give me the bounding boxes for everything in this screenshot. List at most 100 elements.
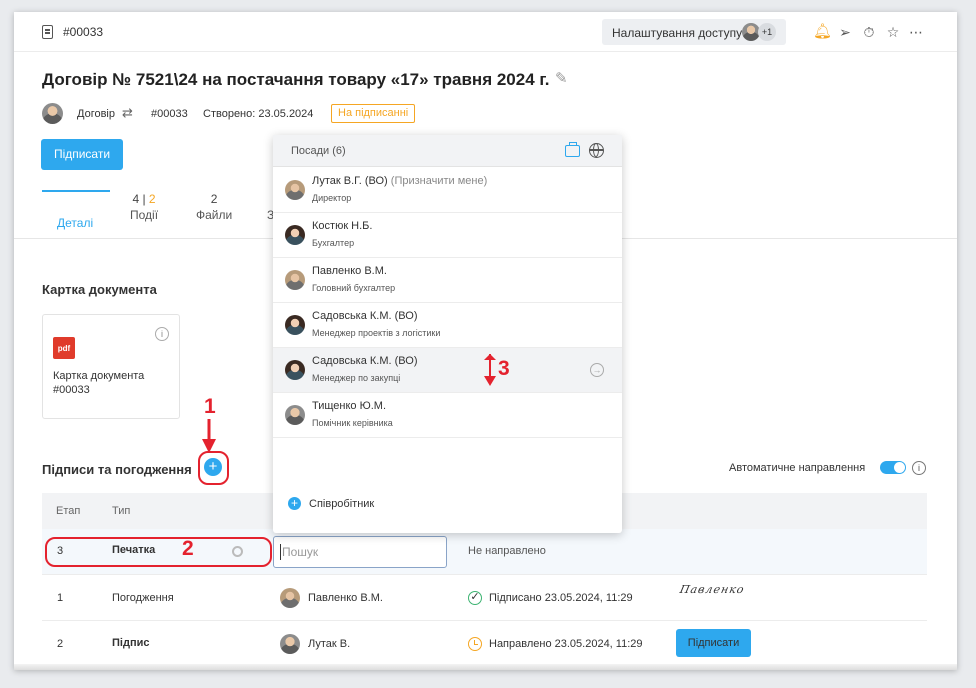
author-avatar [42, 103, 63, 124]
access-settings-label: Налаштування доступу [612, 26, 743, 40]
row-person: Павленко В.М. [308, 592, 383, 604]
avatar [285, 405, 305, 425]
dropdown-item[interactable]: Лутак В.Г. (ВО) (Призначити мене) Директ… [273, 168, 622, 213]
info-icon[interactable]: i [155, 327, 169, 341]
dropdown-item-name: Садовська К.М. (ВО) [312, 310, 418, 322]
info-icon[interactable]: i [912, 461, 926, 475]
top-bar: #00033 Налаштування доступу +1 🔔︎ ➢ ⏱︎ ☆… [14, 12, 957, 52]
assign-me-hint[interactable]: (Призначити мене) [391, 175, 487, 187]
table-row[interactable]: 2 Підпис Лутак В. Направлено 23.05.2024,… [42, 621, 927, 667]
tab-events-label: Події [130, 208, 159, 222]
access-settings-button[interactable]: Налаштування доступу +1 [602, 19, 786, 45]
tab-files-count: 2 [210, 192, 218, 206]
signatures-title: Підписи та погодження [42, 462, 192, 477]
more-icon[interactable]: ⋯ [908, 24, 924, 40]
dropdown-item-role: Бухгалтер [312, 238, 355, 248]
dropdown-item-name: Павленко В.М. [312, 265, 387, 277]
dropdown-item-name: Тищенко Ю.М. [312, 400, 386, 412]
row-sign-button[interactable]: Підписати [676, 629, 751, 657]
dropdown-item-role: Помічник керівника [312, 418, 393, 428]
positions-dropdown: Посади (6) Лутак В.Г. (ВО) (Призначити м… [273, 135, 622, 533]
document-id: #00033 [63, 25, 104, 39]
document-icon [42, 25, 53, 39]
dropdown-item[interactable]: Костюк Н.Б. Бухгалтер [273, 213, 622, 258]
dropdown-item-role: Головний бухгалтер [312, 283, 396, 293]
globe-icon[interactable] [589, 143, 604, 158]
created-date: Створено: 23.05.2024 [203, 108, 314, 120]
dropdown-header-label: Посади (6) [291, 145, 346, 157]
sign-button[interactable]: Підписати [41, 139, 123, 170]
check-circle-icon: ✓ [468, 591, 482, 605]
window-bottom-edge [14, 664, 957, 670]
signer-search-box[interactable] [273, 536, 447, 568]
annotation-ring [45, 537, 272, 567]
dropdown-item-name: Садовська К.М. (ВО) [312, 355, 418, 367]
tab-details-label: Деталі [57, 216, 94, 230]
row-person: Лутак В. [308, 638, 351, 650]
alarm-clock-icon[interactable]: ⏱︎ [861, 24, 877, 40]
avatar [285, 315, 305, 335]
table-row[interactable]: 1 Погодження Павленко В.М. ✓ Підписано 2… [42, 575, 927, 621]
annotation-arrow [484, 354, 496, 386]
document-number: #00033 [151, 108, 188, 120]
annotation-number: 1 [204, 395, 216, 418]
dropdown-item-name: Лутак В.Г. (ВО) (Призначити мене) [312, 175, 488, 187]
avatar [280, 588, 300, 608]
avatar [285, 360, 305, 380]
document-card-title: Картка документа [42, 282, 157, 297]
pdf-icon: pdf [53, 337, 75, 359]
document-type: Договір [77, 108, 115, 120]
row-status: Направлено 23.05.2024, 11:29 [489, 638, 643, 650]
signer-search-input[interactable] [280, 544, 440, 560]
avatar [280, 634, 300, 654]
dropdown-item[interactable]: Тищенко Ю.М. Помічник керівника [273, 393, 622, 438]
tab-files-label: Файли [196, 208, 233, 222]
dropdown-item-role: Директор [312, 193, 352, 203]
row-stage: 1 [57, 592, 64, 604]
bell-icon[interactable]: 🔔︎ [813, 24, 832, 40]
dropdown-item[interactable]: Садовська К.М. (ВО) Менеджер проектів з … [273, 303, 622, 348]
dropdown-item-name: Костюк Н.Б. [312, 220, 373, 232]
avatar [285, 270, 305, 290]
document-window: #00033 Налаштування доступу +1 🔔︎ ➢ ⏱︎ ☆… [14, 12, 957, 670]
file-name: Картка документа #00033 [53, 370, 145, 396]
dropdown-header: Посади (6) [273, 135, 622, 167]
row-status: Підписано 23.05.2024, 11:29 [489, 592, 633, 604]
dropdown-item-role: Менеджер проектів з логістики [312, 328, 441, 338]
edit-icon[interactable]: ✎ [555, 69, 568, 87]
auto-routing-toggle[interactable] [880, 461, 906, 474]
plus-icon: + [288, 497, 301, 510]
more-users-badge: +1 [758, 23, 776, 41]
avatar [285, 225, 305, 245]
tab-events[interactable]: 4 | 2 Події [130, 192, 158, 222]
tab-events-count: 4 | 2 [132, 192, 156, 206]
column-type: Тип [112, 505, 131, 517]
add-employee-label: Співробітник [309, 498, 375, 510]
row-stage: 2 [57, 638, 64, 650]
document-card[interactable]: pdf i Картка документа #00033 [42, 314, 180, 419]
swap-icon[interactable]: ⇄ [122, 105, 133, 121]
clock-icon [468, 637, 482, 651]
add-signer-button[interactable]: + [204, 458, 222, 476]
annotation-arrow [202, 419, 216, 453]
tab-details[interactable]: Деталі [42, 190, 110, 238]
row-status: Не направлено [468, 545, 546, 557]
tab-files[interactable]: 2 Файли [196, 192, 232, 222]
avatar [285, 180, 305, 200]
dropdown-item[interactable]: Павленко В.М. Головний бухгалтер [273, 258, 622, 303]
row-type: Погодження [112, 592, 174, 604]
column-stage: Етап [56, 505, 81, 517]
arrow-right-icon[interactable]: → [590, 363, 604, 377]
auto-routing-label: Автоматичне направлення [729, 462, 866, 474]
annotation-number: 3 [498, 357, 510, 380]
page-title: Договір № 7521\24 на постачання товару «… [42, 70, 550, 89]
row-type: Підпис [112, 637, 150, 649]
dropdown-item-role: Менеджер по закупці [312, 373, 401, 383]
send-icon[interactable]: ➢ [837, 24, 853, 40]
briefcase-icon[interactable] [565, 142, 580, 157]
star-icon[interactable]: ☆ [885, 24, 901, 40]
dropdown-item[interactable]: Садовська К.М. (ВО) Менеджер по закупці … [273, 348, 622, 393]
annotation-number: 2 [182, 537, 194, 560]
signature-image: Павленко [678, 583, 746, 596]
status-badge: На підписанні [331, 104, 416, 123]
